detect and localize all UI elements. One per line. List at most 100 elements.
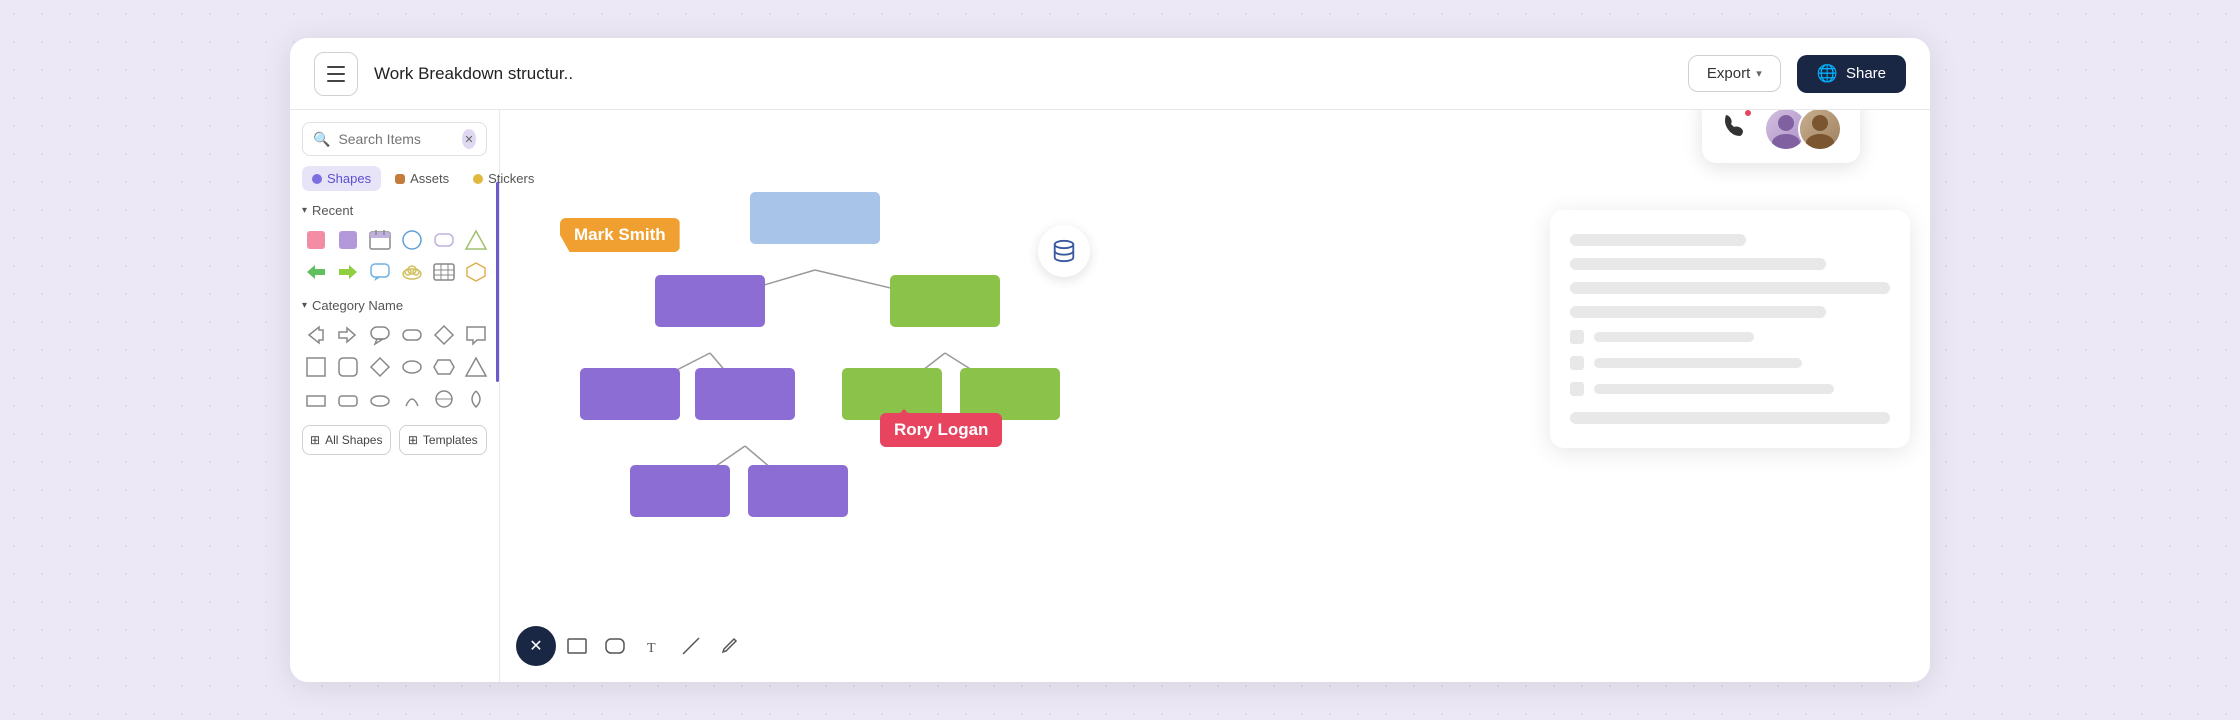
diagram-area: Mark Smith Rory Logan ✕ xyxy=(500,110,1280,682)
database-icon xyxy=(1051,238,1077,264)
node-purple-bot-left[interactable] xyxy=(630,465,730,517)
shape-partial-5[interactable] xyxy=(430,385,458,413)
main-canvas: Work Breakdown structur.. Export ▾ 🌐 Sha… xyxy=(290,38,1930,682)
all-shapes-button[interactable]: ⊞ All Shapes xyxy=(302,425,391,455)
document-title: Work Breakdown structur.. xyxy=(374,64,1672,84)
hamburger-button[interactable] xyxy=(314,52,358,96)
shape-stadium[interactable] xyxy=(398,321,426,349)
recent-label: Recent xyxy=(312,203,353,218)
recent-shapes-grid xyxy=(302,226,487,286)
doc-line-4 xyxy=(1570,306,1826,318)
line-tool-button[interactable] xyxy=(674,629,708,663)
shape-partial-4[interactable] xyxy=(398,385,426,413)
export-button[interactable]: Export ▾ xyxy=(1688,55,1781,92)
database-button[interactable] xyxy=(1038,225,1090,277)
shape-diamond[interactable] xyxy=(366,353,394,381)
rounded-rect-icon xyxy=(605,636,625,656)
category-chevron-icon: ▾ xyxy=(302,300,307,311)
shape-hexagon[interactable] xyxy=(462,258,490,286)
pen-icon xyxy=(719,636,739,656)
search-bar: 🔍 ✕ xyxy=(302,122,487,156)
category-section-header[interactable]: ▾ Category Name xyxy=(302,298,487,313)
avatar-group xyxy=(1764,107,1842,151)
shape-diamond-speech[interactable] xyxy=(430,321,458,349)
shape-cloud[interactable] xyxy=(398,258,426,286)
assets-tab-label: Assets xyxy=(410,171,449,186)
node-purple-mid-right[interactable] xyxy=(695,368,795,420)
doc-line-2 xyxy=(1570,258,1826,270)
node-purple-mid-left[interactable] xyxy=(580,368,680,420)
shape-square[interactable] xyxy=(302,353,330,381)
rory-logan-label[interactable]: Rory Logan xyxy=(880,413,1002,447)
shape-chevron-left[interactable] xyxy=(302,321,330,349)
shape-arrow-right[interactable] xyxy=(334,321,362,349)
shape-oval[interactable] xyxy=(398,353,426,381)
recent-section-header[interactable]: ▾ Recent xyxy=(302,203,487,218)
doc-line-3 xyxy=(1570,282,1890,294)
svg-text:T: T xyxy=(647,641,656,656)
templates-button[interactable]: ⊞ Templates xyxy=(399,425,488,455)
phone-icon-wrap xyxy=(1720,111,1750,148)
shape-corner-speech[interactable] xyxy=(462,321,490,349)
shape-partial-6[interactable] xyxy=(462,385,490,413)
shapes-tab-label: Shapes xyxy=(327,171,371,186)
accent-divider xyxy=(496,182,499,382)
tab-row: Shapes Assets Stickers xyxy=(302,166,487,191)
text-tool-button[interactable]: T xyxy=(636,629,670,663)
close-button[interactable]: ✕ xyxy=(516,626,556,666)
hamburger-line-2 xyxy=(327,73,345,75)
shape-partial-1[interactable] xyxy=(302,385,330,413)
doc-bullet-2 xyxy=(1570,356,1584,370)
shape-round-speech[interactable] xyxy=(366,321,394,349)
templates-label: Templates xyxy=(423,433,478,447)
category-shapes-grid xyxy=(302,321,487,413)
search-close-button[interactable]: ✕ xyxy=(462,129,476,149)
rectangle-tool-button[interactable] xyxy=(560,629,594,663)
tab-stickers[interactable]: Stickers xyxy=(463,166,544,191)
rounded-rect-tool-button[interactable] xyxy=(598,629,632,663)
tab-assets[interactable]: Assets xyxy=(385,166,459,191)
doc-line-1 xyxy=(1570,234,1746,246)
shape-green-arrow-right[interactable] xyxy=(334,258,362,286)
pen-tool-button[interactable] xyxy=(712,629,746,663)
globe-icon: 🌐 xyxy=(1817,64,1838,84)
stickers-dot-icon xyxy=(473,174,483,184)
node-top-blue[interactable] xyxy=(750,192,880,244)
shape-circle[interactable] xyxy=(398,226,426,254)
shape-green-arrow-left[interactable] xyxy=(302,258,330,286)
node-purple-top[interactable] xyxy=(655,275,765,327)
mark-smith-label[interactable]: Mark Smith xyxy=(560,218,680,252)
shape-rounded-rect[interactable] xyxy=(430,226,458,254)
node-purple-bot-right[interactable] xyxy=(748,465,848,517)
doc-bullet-text-1 xyxy=(1594,332,1754,342)
all-shapes-label: All Shapes xyxy=(325,433,382,447)
share-button[interactable]: 🌐 Share xyxy=(1797,55,1906,93)
shape-purple-square[interactable] xyxy=(334,226,362,254)
close-icon: ✕ xyxy=(529,636,542,656)
text-icon: T xyxy=(643,636,663,656)
shape-speech-bubble[interactable] xyxy=(366,258,394,286)
category-label: Category Name xyxy=(312,298,403,313)
share-label: Share xyxy=(1846,65,1886,82)
node-green-top[interactable] xyxy=(890,275,1000,327)
export-arrow-icon: ▾ xyxy=(1756,67,1762,80)
shape-triangle[interactable] xyxy=(462,226,490,254)
search-icon: 🔍 xyxy=(313,131,330,148)
shape-triangle-outline[interactable] xyxy=(462,353,490,381)
bottom-toolbar: ✕ T xyxy=(500,626,746,666)
shape-calendar[interactable] xyxy=(366,226,394,254)
recent-chevron-icon: ▾ xyxy=(302,205,307,216)
shape-partial-2[interactable] xyxy=(334,385,362,413)
shape-round-square[interactable] xyxy=(334,353,362,381)
shape-pink-square[interactable] xyxy=(302,226,330,254)
shape-partial-3[interactable] xyxy=(366,385,394,413)
hamburger-line-1 xyxy=(327,66,345,68)
search-input[interactable] xyxy=(338,131,453,147)
bottom-buttons: ⊞ All Shapes ⊞ Templates xyxy=(302,425,487,455)
shape-hexagon-flat[interactable] xyxy=(430,353,458,381)
tab-shapes[interactable]: Shapes xyxy=(302,166,381,191)
doc-bullet-1 xyxy=(1570,330,1584,344)
shape-table[interactable] xyxy=(430,258,458,286)
assets-dot-icon xyxy=(395,174,405,184)
left-panel: 🔍 ✕ Shapes Assets Stickers ▾ Recent xyxy=(290,110,500,682)
